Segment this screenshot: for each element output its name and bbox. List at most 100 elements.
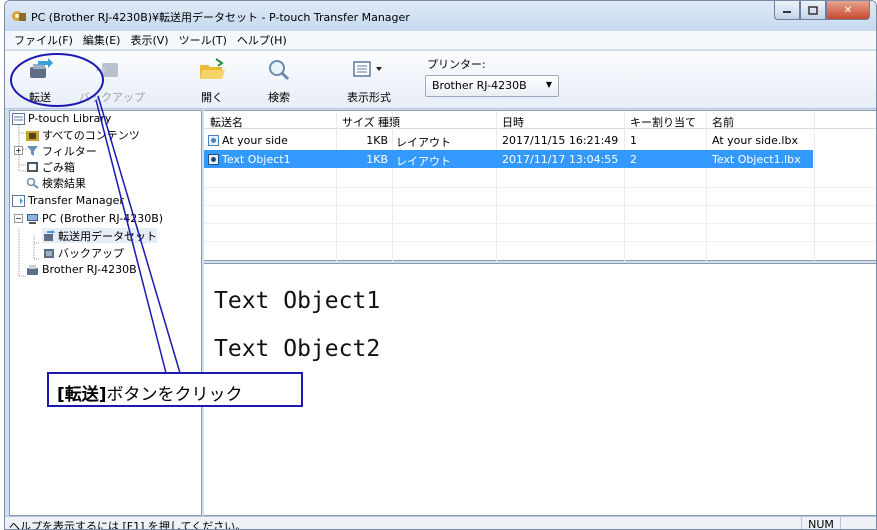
cell-size: 1KB	[366, 134, 388, 147]
label-preview: Text Object1 Text Object2	[204, 263, 876, 516]
close-icon: ✕	[843, 4, 853, 16]
col-header-date[interactable]: 日時	[502, 114, 524, 130]
row-divider	[204, 205, 876, 206]
cell-size: 1KB	[366, 153, 388, 166]
backup-icon	[96, 63, 118, 77]
table-row[interactable]: At your side 1KB レイアウト 2017/11/15 16:21:…	[204, 131, 813, 149]
maximize-icon	[808, 5, 818, 15]
view-mode-icon	[353, 61, 382, 77]
layout-file-icon	[208, 135, 219, 146]
cell-type: レイアウト	[396, 155, 451, 168]
preview-line-2: Text Object2	[214, 336, 381, 362]
cell-date: 2017/11/17 13:04:55	[502, 153, 619, 166]
cell-date: 2017/11/15 16:21:49	[502, 134, 619, 147]
printer-icon	[27, 264, 38, 275]
search-results-icon	[26, 177, 39, 189]
row-divider	[204, 223, 876, 224]
tree-item-transfer-manager[interactable]: Transfer Manager	[12, 193, 124, 208]
tree-item-backup[interactable]: バックアップ	[42, 245, 124, 260]
app-icon	[12, 11, 26, 21]
menu-help[interactable]: ヘルプ(H)	[232, 32, 292, 48]
search-label: 検索	[268, 91, 290, 104]
menu-file[interactable]: ファイル(F)	[9, 32, 78, 48]
transfer-icon	[30, 58, 53, 78]
search-button[interactable]: 検索	[250, 55, 308, 107]
transfer-button[interactable]: 転送	[11, 55, 69, 107]
tree-label-printer: Brother RJ-4230B	[42, 263, 137, 276]
tree-item-printer[interactable]: Brother RJ-4230B	[26, 262, 137, 277]
status-bar: ヘルプを表示するには [F1] を押してください。 NUM	[5, 516, 876, 530]
open-button[interactable]: 開く	[183, 55, 241, 107]
cell-filename: Text Object1.lbx	[712, 153, 801, 166]
tree-label-transfer-dataset: 転送用データセット	[58, 229, 157, 243]
library-icon	[12, 112, 25, 125]
expand-toggle-icon[interactable]: +	[14, 146, 23, 155]
preview-line-1: Text Object1	[214, 288, 381, 314]
list-header: 転送名 サイズ 種類 日時 キー割り当て 名前	[204, 111, 876, 129]
layout-file-icon	[208, 154, 219, 165]
cell-type: レイアウト	[396, 136, 451, 149]
filter-icon	[27, 145, 38, 156]
toolbar: 転送 バックアップ 開く 検索 表示形式 プリンター: Brother RJ-4…	[5, 51, 876, 109]
tree-item-trash[interactable]: ごみ箱	[26, 159, 75, 174]
row-divider	[204, 187, 876, 188]
tree-item-search-results[interactable]: 検索結果	[26, 175, 86, 190]
cell-key: 2	[630, 153, 637, 166]
dataset-icon	[44, 229, 55, 241]
status-help-text: ヘルプを表示するには [F1] を押してください。	[9, 520, 247, 530]
tree-label-trash: ごみ箱	[42, 160, 75, 174]
app-window: PC (Brother RJ-4230B)¥転送用データセット - P-touc…	[4, 0, 877, 530]
row-divider	[204, 241, 876, 242]
table-row-selected[interactable]: Text Object1 1KB レイアウト 2017/11/17 13:04:…	[204, 150, 813, 168]
title-bar[interactable]: PC (Brother RJ-4230B)¥転送用データセット - P-touc…	[5, 1, 876, 31]
col-header-filename[interactable]: 名前	[712, 114, 734, 130]
backup-folder-icon	[44, 248, 54, 258]
menu-tools[interactable]: ツール(T)	[174, 32, 232, 48]
callout-text: ボタンをクリック	[106, 385, 243, 405]
view-mode-label: 表示形式	[347, 91, 391, 104]
chevron-down-icon: ▼	[545, 80, 552, 89]
tree-label-transfer-manager: Transfer Manager	[28, 194, 124, 207]
tree-label-pc: PC (Brother RJ-4230B)	[42, 212, 164, 225]
instruction-callout: [転送]ボタンをクリック	[47, 372, 303, 407]
trash-icon	[27, 161, 38, 172]
tree-label-library: P-touch Library	[28, 112, 112, 125]
tree-item-filter[interactable]: + フィルター	[14, 143, 97, 158]
printer-label: プリンター:	[427, 58, 486, 71]
tree-item-all-contents[interactable]: すべてのコンテンツ	[26, 127, 140, 142]
collapse-toggle-icon[interactable]: −	[14, 214, 23, 223]
col-header-name[interactable]: 転送名	[210, 114, 243, 130]
transfer-manager-icon	[12, 194, 25, 207]
folder-icon	[26, 130, 39, 141]
printer-select[interactable]: Brother RJ-4230B ▼	[425, 75, 559, 97]
transfer-label: 転送	[29, 91, 51, 104]
open-label: 開く	[201, 91, 223, 104]
search-icon	[269, 60, 290, 81]
minimize-icon	[783, 11, 791, 13]
maximize-button[interactable]	[800, 1, 826, 20]
backup-button[interactable]: バックアップ	[79, 55, 145, 107]
col-header-size[interactable]: サイズ	[342, 114, 375, 130]
tree-item-transfer-dataset[interactable]: 転送用データセット	[42, 228, 157, 243]
col-header-key[interactable]: キー割り当て	[630, 114, 696, 130]
status-num-indicator: NUM	[801, 517, 841, 529]
tree-item-library[interactable]: P-touch Library	[12, 111, 111, 126]
window-title: PC (Brother RJ-4230B)¥転送用データセット - P-touc…	[31, 11, 410, 24]
printer-value: Brother RJ-4230B	[432, 79, 527, 92]
cell-filename: At your side.lbx	[712, 134, 798, 147]
callout-button-name: [転送]	[57, 385, 107, 405]
col-header-type[interactable]: 種類	[378, 114, 400, 130]
menu-view[interactable]: 表示(V)	[125, 32, 173, 48]
close-button[interactable]: ✕	[826, 1, 870, 20]
tree-item-pc[interactable]: − PC (Brother RJ-4230B)	[14, 211, 163, 226]
menu-edit[interactable]: 編集(E)	[78, 32, 126, 48]
computer-icon	[27, 213, 38, 224]
cell-key: 1	[630, 134, 637, 147]
view-mode-button[interactable]: 表示形式	[340, 55, 398, 107]
open-folder-icon	[200, 58, 225, 79]
menu-bar: ファイル(F) 編集(E) 表示(V) ツール(T) ヘルプ(H)	[5, 31, 876, 50]
minimize-button[interactable]	[774, 1, 800, 20]
tree-label-search-results: 検索結果	[42, 176, 86, 190]
tree-label-all-contents: すべてのコンテンツ	[42, 128, 140, 142]
cell-name: At your side	[222, 134, 288, 147]
